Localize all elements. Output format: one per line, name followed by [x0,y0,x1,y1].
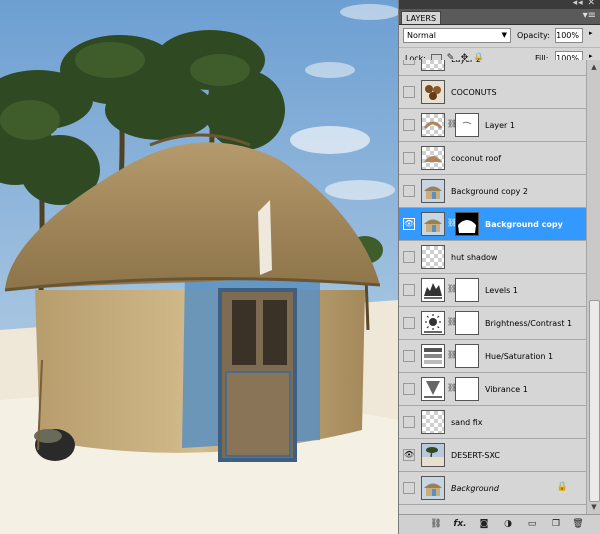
hut-photo [0,0,398,534]
layer-name: Brightness/Contrast 1 [485,319,573,328]
layer-row[interactable]: COCONUTS [399,76,586,109]
collapse-icon[interactable]: ◂◂ ✕ [573,0,596,8]
layers-list: Layer 2 COCONUTS ⛓ Layer 1 coconu [399,60,586,514]
blend-opacity-row: Normal ▼ Opacity: 100% ▸ [399,25,600,48]
blend-mode-value: Normal [407,31,436,40]
visibility-toggle[interactable] [403,416,415,428]
layer-name: Background [451,484,499,493]
lock-icon: 🔒 [556,482,568,492]
visibility-toggle[interactable] [403,317,415,329]
layer-name: Background copy 2 [451,187,529,196]
blend-mode-select[interactable]: Normal ▼ [403,28,511,43]
levels-adjustment-icon [421,278,445,302]
visibility-toggle[interactable] [403,482,415,494]
layer-thumbnail [421,410,445,434]
add-mask-icon[interactable]: ◙ [477,518,491,531]
visibility-toggle[interactable] [403,383,415,395]
layer-mask-thumbnail[interactable] [455,311,479,335]
layer-row[interactable]: ⛓ Brightness/Contrast 1 [399,307,586,340]
layer-row[interactable]: ⛓ Layer 1 [399,109,586,142]
hue-saturation-icon [421,344,445,368]
panel-titlebar[interactable]: ◂◂ ✕ [399,0,600,9]
layer-row[interactable]: Background copy 2 [399,175,586,208]
opacity-field[interactable]: 100% [555,28,583,43]
visibility-toggle[interactable] [403,152,415,164]
panel-bottom-toolbar: ⛓ fx. ◙ ◑ ▭ ❐ 🗑 [399,514,600,534]
visibility-toggle[interactable] [403,185,415,197]
eye-icon[interactable]: 👁 [403,449,415,461]
panel-menu-icon[interactable]: ▾≡ [583,10,596,21]
layer-thumbnail [421,179,445,203]
layer-row[interactable]: ⛓ Levels 1 [399,274,586,307]
scroll-down-icon[interactable]: ▼ [589,502,599,512]
visibility-toggle[interactable] [403,86,415,98]
layer-name: hut shadow [451,253,498,262]
link-layers-icon[interactable]: ⛓ [429,518,443,531]
layer-row[interactable]: sand fix [399,406,586,439]
layer-mask-thumbnail[interactable] [455,377,479,401]
visibility-toggle[interactable] [403,251,415,263]
opacity-label: Opacity: [517,31,550,40]
layer-thumbnail [421,212,445,236]
layer-name: Vibrance 1 [485,385,528,394]
vibrance-icon [421,377,445,401]
scroll-up-icon[interactable]: ▲ [589,62,599,72]
layer-thumbnail [421,113,445,137]
fill-slider-toggle[interactable]: ▸ [589,52,593,60]
layer-thumbnail [421,443,445,467]
layer-row[interactable]: ⛓ Vibrance 1 [399,373,586,406]
layer-row[interactable]: 👁 DESERT-SXC [399,439,586,472]
visibility-toggle[interactable] [403,284,415,296]
visibility-toggle[interactable] [403,119,415,131]
chevron-down-icon: ▼ [501,31,507,39]
layer-mask-thumbnail[interactable] [455,212,479,236]
brightness-contrast-icon [421,311,445,335]
adjustment-layer-icon[interactable]: ◑ [501,518,515,531]
layer-name: DESERT-SXC [451,451,500,460]
layer-thumbnail [421,245,445,269]
layer-mask-thumbnail[interactable] [455,344,479,368]
layers-scrollbar[interactable]: ▲ ▼ [586,60,600,514]
document-canvas[interactable] [0,0,398,534]
trash-icon[interactable]: 🗑 [571,518,585,531]
visibility-toggle[interactable] [403,60,415,65]
layer-row[interactable]: Layer 2 [399,60,586,76]
visibility-toggle[interactable] [403,350,415,362]
layer-mask-thumbnail[interactable] [455,278,479,302]
layer-thumbnail [421,60,445,71]
layer-thumbnail [421,146,445,170]
layer-thumbnail [421,476,445,500]
fx-icon[interactable]: fx. [453,518,467,531]
scroll-thumb[interactable] [589,300,600,502]
opacity-slider-toggle[interactable]: ▸ [589,29,593,37]
layer-row-selected[interactable]: 👁 ⛓ Background copy [399,208,586,241]
layer-name: sand fix [451,418,483,427]
layer-name: Layer 2 [451,60,481,76]
layer-name: Background copy [485,220,563,229]
tab-layers[interactable]: LAYERS [401,11,442,24]
panel-tabs: LAYERS ▾≡ [399,9,600,25]
layer-row[interactable]: hut shadow [399,241,586,274]
layer-thumbnail [421,80,445,104]
layer-row[interactable]: coconut roof [399,142,586,175]
new-group-icon[interactable]: ▭ [525,518,539,531]
new-layer-icon[interactable]: ❐ [549,518,563,531]
eye-icon[interactable]: 👁 [403,218,415,230]
layers-panel: ◂◂ ✕ LAYERS ▾≡ Normal ▼ Opacity: 100% ▸ … [398,0,600,534]
layer-name: coconut roof [451,154,502,163]
layer-name: COCONUTS [451,88,497,97]
layer-row[interactable]: Background 🔒 [399,472,586,505]
layer-name: Hue/Saturation 1 [485,352,554,361]
layer-name: Layer 1 [485,121,515,130]
layer-mask-thumbnail[interactable] [455,113,479,137]
layer-name: Levels 1 [485,286,518,295]
layer-row[interactable]: ⛓ Hue/Saturation 1 [399,340,586,373]
